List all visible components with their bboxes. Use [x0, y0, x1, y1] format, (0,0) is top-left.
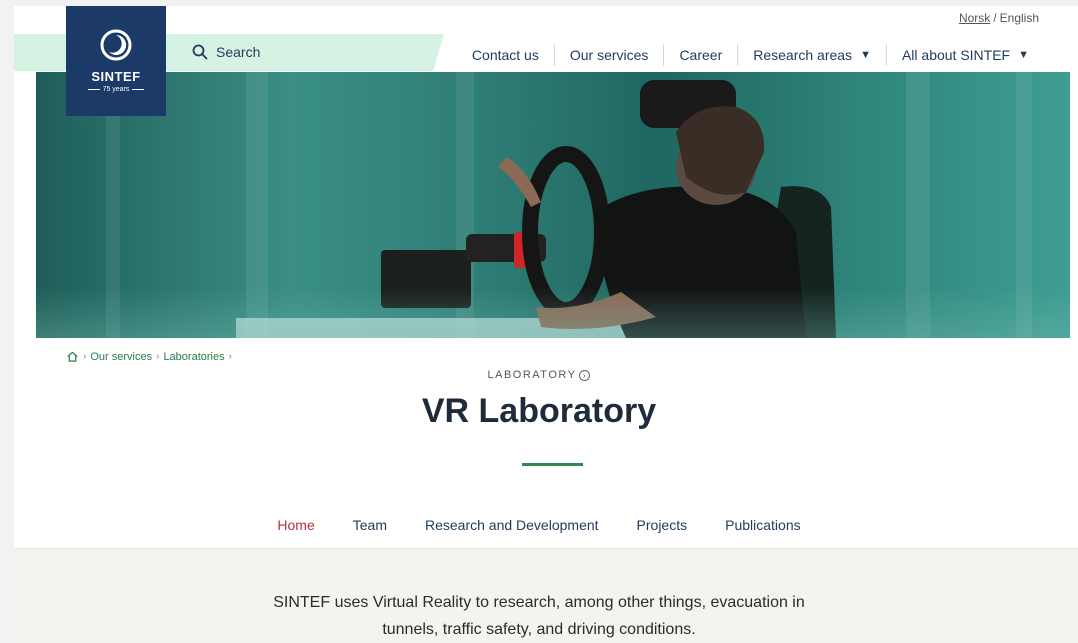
search-label: Search — [216, 44, 261, 60]
breadcrumb-our-services[interactable]: Our services — [90, 351, 152, 363]
sintef-logo[interactable]: SINTEF 75 years — [66, 6, 166, 116]
nav-label: Career — [679, 47, 723, 63]
tab-publications[interactable]: Publications — [706, 517, 820, 533]
caret-down-icon: ▼ — [860, 49, 871, 61]
eyebrow-laboratory-link[interactable]: LABORATORY › — [0, 369, 1078, 381]
nav-contact-us[interactable]: Contact us — [457, 44, 554, 66]
logo-years-label: 75 years — [102, 86, 130, 93]
nav-label: Research areas — [753, 47, 853, 63]
main-nav: Contact us Our services Career Research … — [457, 44, 1044, 66]
sintef-mark-icon — [100, 29, 132, 61]
breadcrumb-separator: › — [83, 351, 87, 362]
home-icon[interactable] — [66, 350, 79, 363]
tab-team[interactable]: Team — [334, 517, 406, 533]
intro-line-1: SINTEF uses Virtual Reality to research,… — [273, 594, 805, 611]
arrow-right-circle-icon: › — [579, 369, 591, 381]
nav-label: Our services — [569, 47, 649, 63]
hero-image — [36, 72, 1070, 338]
nav-label: All about SINTEF — [901, 47, 1011, 63]
logo-name: SINTEF — [91, 69, 141, 84]
search-icon — [192, 44, 208, 60]
nav-our-services[interactable]: Our services — [553, 44, 664, 66]
breadcrumb: › Our services › Laboratories › — [66, 350, 232, 363]
nav-research-areas[interactable]: Research areas ▼ — [737, 44, 886, 66]
caret-down-icon: ▼ — [1018, 49, 1029, 61]
page-tabs: Home Team Research and Development Proje… — [0, 517, 1078, 533]
tab-research-and-development[interactable]: Research and Development — [406, 517, 618, 533]
nav-all-about-sintef[interactable]: All about SINTEF ▼ — [885, 44, 1044, 66]
intro-text: SINTEF uses Virtual Reality to research,… — [0, 589, 1078, 643]
search-button[interactable]: Search — [192, 44, 260, 60]
breadcrumb-separator: › — [228, 351, 232, 362]
breadcrumb-separator: › — [156, 351, 160, 362]
nav-label: Contact us — [471, 47, 539, 63]
breadcrumb-laboratories[interactable]: Laboratories — [163, 351, 224, 363]
eyebrow-label: LABORATORY — [487, 369, 577, 381]
nav-career[interactable]: Career — [663, 44, 737, 66]
lang-separator: / — [993, 11, 997, 25]
lang-english-current: English — [999, 11, 1039, 25]
page-title: VR Laboratory — [421, 392, 657, 430]
lang-norsk-link[interactable]: Norsk — [959, 11, 990, 25]
title-underline — [522, 463, 583, 466]
intro-section: SINTEF uses Virtual Reality to research,… — [14, 548, 1078, 643]
tab-home[interactable]: Home — [258, 517, 333, 533]
intro-line-2: tunnels, traffic safety, and driving con… — [382, 621, 696, 638]
logo-years: 75 years — [66, 86, 166, 93]
language-switcher: Norsk / English — [959, 11, 1039, 25]
tab-projects[interactable]: Projects — [618, 517, 707, 533]
